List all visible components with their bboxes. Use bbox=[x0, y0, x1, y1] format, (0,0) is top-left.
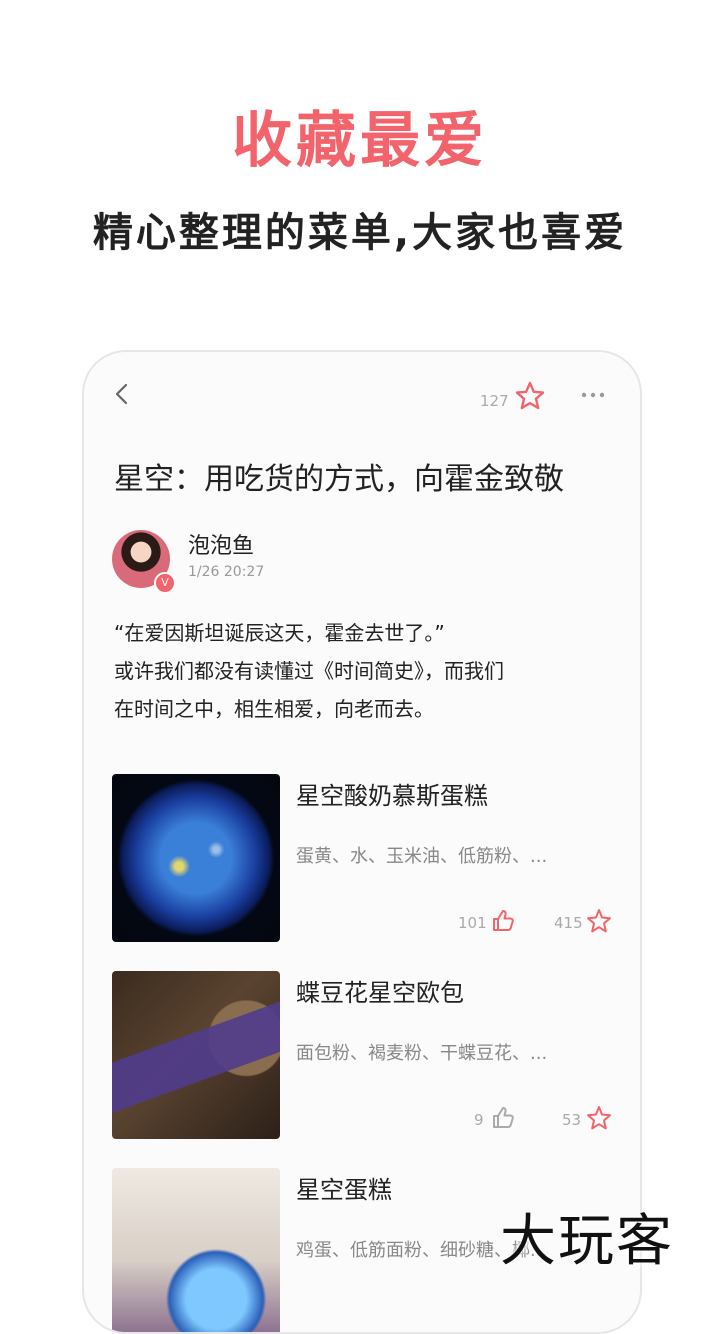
thumbs-up-icon[interactable] bbox=[490, 908, 516, 934]
verified-badge: V bbox=[154, 572, 176, 594]
body-line: “在爱因斯坦诞辰这天，霍金去世了。” bbox=[114, 621, 445, 645]
favorite-count: 53 bbox=[562, 1111, 582, 1129]
watermark-logo: 大玩客 bbox=[500, 1209, 674, 1274]
like-count: 101 bbox=[458, 914, 487, 932]
back-icon[interactable] bbox=[112, 382, 132, 406]
article-body: “在爱因斯坦诞辰这天，霍金去世了。” 或许我们都没有读懂过《时间简史》，而我们 … bbox=[114, 614, 614, 728]
star-icon[interactable] bbox=[586, 1105, 612, 1131]
recipe-thumbnail[interactable] bbox=[112, 1168, 280, 1332]
favorite-count: 127 bbox=[480, 392, 509, 410]
like-count: 9 bbox=[474, 1111, 484, 1129]
top-bar: 127 bbox=[84, 352, 640, 442]
recipe-name[interactable]: 星空蛋糕 bbox=[296, 1170, 392, 1205]
more-icon[interactable] bbox=[580, 390, 606, 400]
recipe-ingredients: 蛋黄、水、玉米油、低筋粉、... bbox=[296, 846, 548, 867]
phone-frame: 127 星空：用吃货的方式，向霍金致敬 V 泡泡鱼 1/26 20:27 “在爱… bbox=[82, 350, 642, 1334]
recipe-thumbnail[interactable] bbox=[112, 971, 280, 1139]
publish-date: 1/26 20:27 bbox=[188, 564, 265, 580]
body-line: 或许我们都没有读懂过《时间简史》，而我们 bbox=[114, 659, 504, 683]
star-icon[interactable] bbox=[586, 908, 612, 934]
favorite-count: 415 bbox=[554, 914, 583, 932]
promo-subline: 精心整理的菜单,大家也喜爱 bbox=[92, 210, 628, 256]
recipe-name[interactable]: 星空酸奶慕斯蛋糕 bbox=[296, 776, 488, 811]
thumbs-up-icon[interactable] bbox=[490, 1105, 516, 1131]
recipe-card[interactable]: 蝶豆花星空欧包 面包粉、褐麦粉、干蝶豆花、... 9 53 bbox=[112, 971, 612, 1139]
recipe-card[interactable]: 星空酸奶慕斯蛋糕 蛋黄、水、玉米油、低筋粉、... 101 415 bbox=[112, 774, 612, 942]
star-icon[interactable] bbox=[514, 380, 546, 412]
article-title: 星空：用吃货的方式，向霍金致敬 bbox=[114, 462, 564, 497]
recipe-ingredients: 面包粉、褐麦粉、干蝶豆花、... bbox=[296, 1043, 548, 1064]
recipe-thumbnail[interactable] bbox=[112, 774, 280, 942]
author-name[interactable]: 泡泡鱼 bbox=[188, 528, 254, 560]
body-line: 在时间之中，相生相爱，向老而去。 bbox=[114, 697, 434, 721]
promo-headline: 收藏最爱 bbox=[232, 106, 488, 176]
recipe-name[interactable]: 蝶豆花星空欧包 bbox=[296, 973, 464, 1008]
